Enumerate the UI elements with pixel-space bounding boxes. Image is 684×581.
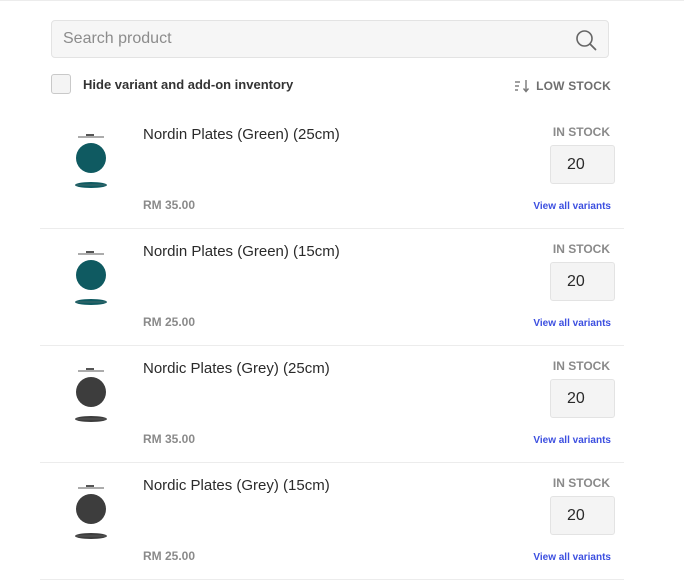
product-name[interactable]: Nordin Plates (Green) (25cm) <box>143 126 340 143</box>
view-all-variants-link[interactable]: View all variants <box>533 552 611 563</box>
top-divider <box>0 0 684 1</box>
product-row: Nordic Plates (Grey) (15cm) RM 25.00 IN … <box>40 463 624 580</box>
product-price: RM 35.00 <box>143 432 196 446</box>
view-all-variants-link[interactable]: View all variants <box>533 435 611 446</box>
quantity-field-wrapper <box>550 262 615 301</box>
quantity-field-wrapper <box>550 496 615 535</box>
quantity-field[interactable] <box>551 380 614 417</box>
search-input[interactable] <box>52 21 563 57</box>
product-price: RM 25.00 <box>143 549 196 563</box>
hide-variants-label[interactable]: Hide variant and add-on inventory <box>83 77 293 92</box>
product-row: Nordin Plates (Green) (15cm) RM 25.00 IN… <box>40 229 624 346</box>
product-thumbnail <box>75 134 107 188</box>
product-thumbnail <box>75 251 107 305</box>
quantity-field-wrapper <box>550 379 615 418</box>
product-name[interactable]: Nordin Plates (Green) (15cm) <box>143 243 340 260</box>
product-thumbnail <box>75 368 107 422</box>
quantity-field-wrapper <box>550 145 615 184</box>
product-thumbnail <box>75 485 107 539</box>
filter-row: Hide variant and add-on inventory LOW ST… <box>51 74 611 96</box>
product-list: Nordin Plates (Green) (25cm) RM 35.00 IN… <box>40 112 624 580</box>
stock-status: IN STOCK <box>552 476 610 490</box>
sort-low-stock-button[interactable]: LOW STOCK <box>514 78 611 94</box>
product-row: Nordin Plates (Green) (25cm) RM 35.00 IN… <box>40 112 624 229</box>
quantity-field[interactable] <box>551 497 614 534</box>
stock-status: IN STOCK <box>552 242 610 256</box>
view-all-variants-link[interactable]: View all variants <box>533 318 611 329</box>
search-icon[interactable] <box>575 29 597 51</box>
product-price: RM 35.00 <box>143 198 196 212</box>
stock-status: IN STOCK <box>552 359 610 373</box>
quantity-field[interactable] <box>551 263 614 300</box>
product-row: Nordic Plates (Grey) (25cm) RM 35.00 IN … <box>40 346 624 463</box>
sort-label: LOW STOCK <box>536 79 611 93</box>
view-all-variants-link[interactable]: View all variants <box>533 201 611 212</box>
product-name[interactable]: Nordic Plates (Grey) (25cm) <box>143 360 330 377</box>
stock-status: IN STOCK <box>552 125 610 139</box>
sort-icon <box>515 80 530 93</box>
hide-variants-checkbox[interactable] <box>51 74 71 94</box>
product-price: RM 25.00 <box>143 315 196 329</box>
quantity-field[interactable] <box>551 146 614 183</box>
search-box[interactable] <box>51 20 609 58</box>
product-name[interactable]: Nordic Plates (Grey) (15cm) <box>143 477 330 494</box>
